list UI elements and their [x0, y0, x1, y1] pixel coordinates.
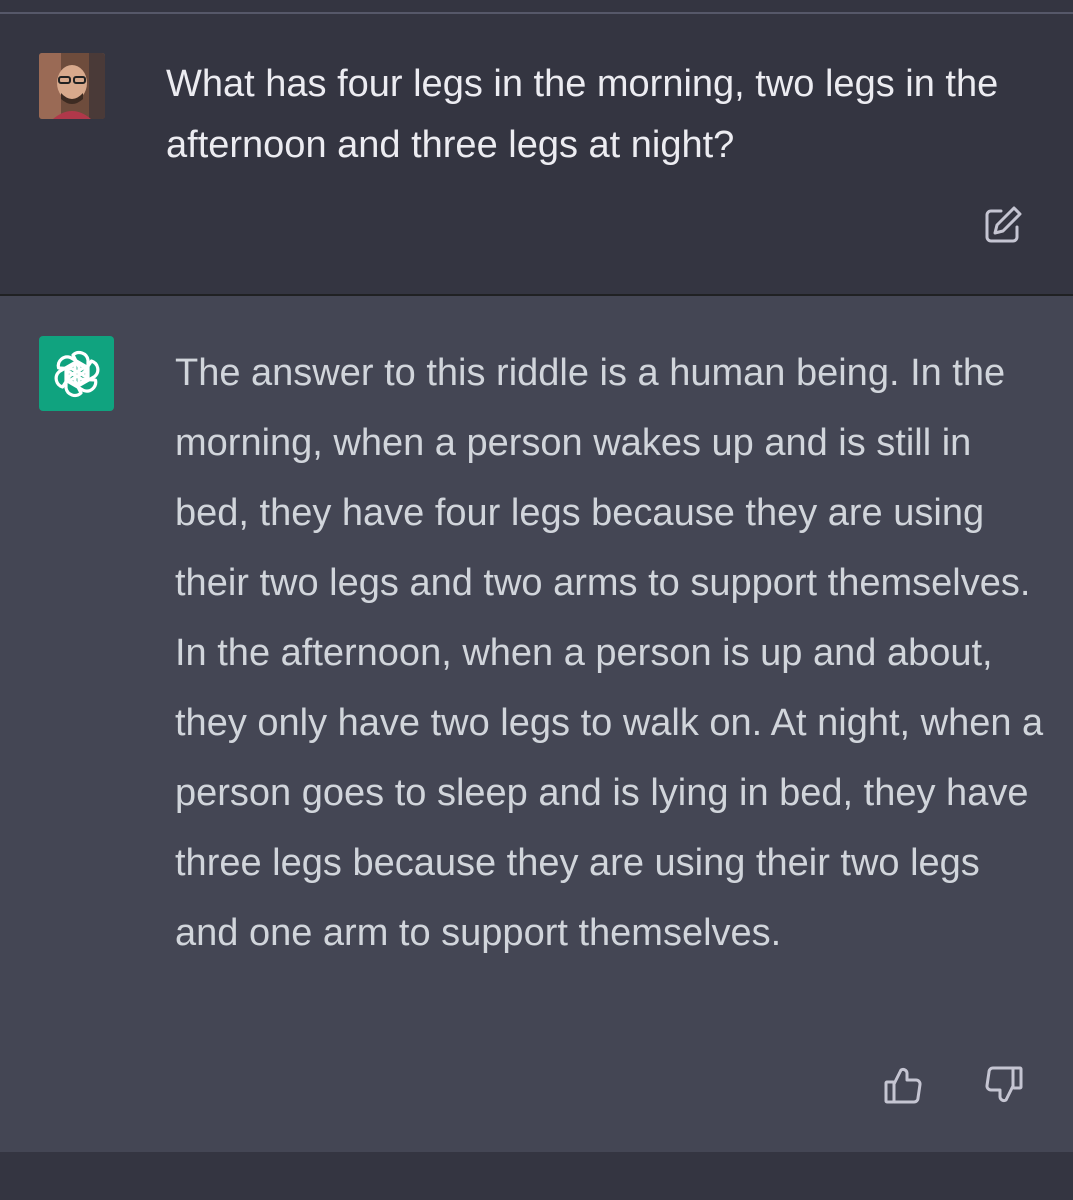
thumbs-down-icon[interactable]: [977, 1062, 1027, 1108]
openai-logo-icon: [39, 336, 114, 411]
assistant-message-text: The answer to this riddle is a human bei…: [175, 352, 1044, 954]
user-avatar-photo: [39, 53, 105, 119]
edit-icon[interactable]: [981, 203, 1025, 247]
chat-page: What has four legs in the morning, two l…: [0, 0, 1073, 1200]
user-message: What has four legs in the morning, two l…: [0, 14, 1073, 296]
bottom-bar: [0, 1152, 1073, 1200]
thumbs-up-icon[interactable]: [880, 1062, 926, 1108]
user-message-text: What has four legs in the morning, two l…: [166, 63, 999, 166]
assistant-message: The answer to this riddle is a human bei…: [0, 296, 1073, 1152]
user-avatar: [39, 53, 105, 119]
top-divider: [0, 0, 1073, 14]
